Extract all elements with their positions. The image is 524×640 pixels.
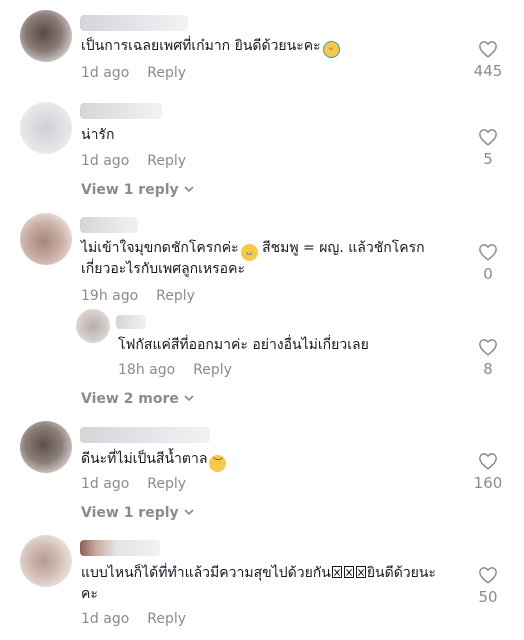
reply-button[interactable]: Reply xyxy=(147,611,186,627)
comment-meta: 19h ago Reply xyxy=(81,287,195,305)
username-blurred[interactable] xyxy=(80,103,162,119)
missing-glyph-icon xyxy=(331,565,367,581)
like-count: 5 xyxy=(483,150,493,168)
heart-icon xyxy=(479,453,497,470)
comment-text-content: ไม่เข้าใจมุขกดชักโครกค่ะ xyxy=(81,240,239,256)
view-replies-label: View 1 reply xyxy=(81,182,179,198)
heart-icon xyxy=(479,41,497,58)
view-replies-button[interactable]: View 1 reply xyxy=(81,180,194,199)
like-count: 160 xyxy=(473,474,503,492)
view-replies-label: View 2 more xyxy=(81,391,179,407)
comment-text: ดีนะที่ไม่เป็นสีน้ำตาล ︶ xyxy=(81,449,227,472)
like-count: 445 xyxy=(473,62,503,80)
comment-text-content: น่ารัก xyxy=(81,127,115,143)
username-blurred[interactable] xyxy=(80,15,188,31)
avatar[interactable] xyxy=(20,535,72,587)
reply-button[interactable]: Reply xyxy=(147,153,186,169)
like-count: 50 xyxy=(478,588,498,606)
reply-button[interactable]: Reply xyxy=(147,65,186,81)
comment-meta: 1d ago Reply xyxy=(81,152,186,170)
reply-time: 18h ago xyxy=(118,362,176,378)
heart-icon xyxy=(479,244,497,261)
comment-meta: 1d ago Reply xyxy=(81,475,186,493)
reply-button[interactable]: Reply xyxy=(156,288,195,304)
avatar[interactable] xyxy=(20,421,72,473)
disappointed-face-emoji: ︶ xyxy=(209,455,227,472)
comment-time: 1d ago xyxy=(81,476,130,492)
comment-text-line-2: คะ xyxy=(81,584,98,605)
chevron-down-icon xyxy=(184,180,194,198)
like-button[interactable]: 5 xyxy=(468,128,508,168)
comment-text-content: แบบไหนก็ได้ที่ทำแล้วมีความสุขไปด้วยกัน xyxy=(81,565,331,581)
comment-text-content: เกี่ยวอะไรกับเพศลูกเหรอคะ xyxy=(81,261,245,277)
comment-text-content: เป็นการเฉลยเพศที่เก๋มาก ยินดีด้วยนะคะ xyxy=(81,38,321,54)
comment-text-line-1: ไม่เข้าใจมุขกดชักโครกค่ะ ᴗ สีชมพู = ผญ. แ… xyxy=(81,238,425,261)
reply-button[interactable]: Reply xyxy=(193,362,232,378)
comment-text-line-1: แบบไหนก็ได้ที่ทำแล้วมีความสุขไปด้วยกัน ยิ… xyxy=(81,563,436,584)
reply-button[interactable]: Reply xyxy=(147,476,186,492)
avatar[interactable] xyxy=(20,102,72,154)
comment-time: 19h ago xyxy=(81,288,139,304)
comment-time: 1d ago xyxy=(81,611,130,627)
comment-text: น่ารัก xyxy=(81,125,114,146)
reply-text: โฟกัสแค่สีที่ออกมาค่ะ อย่างอื่นไม่เกี่ยว… xyxy=(118,335,369,356)
username-blurred[interactable] xyxy=(80,540,160,556)
like-button[interactable]: 8 xyxy=(468,338,508,378)
avatar[interactable] xyxy=(20,10,72,62)
comment-text-line-2: เกี่ยวอะไรกับเพศลูกเหรอคะ xyxy=(81,259,245,280)
view-more-replies-button[interactable]: View 2 more xyxy=(81,389,194,408)
sleeping-face-emoji: ᵕ xyxy=(322,41,340,58)
view-replies-button[interactable]: View 1 reply xyxy=(81,503,194,522)
like-count: 0 xyxy=(483,265,493,283)
comment-text-content: ดีนะที่ไม่เป็นสีน้ำตาล xyxy=(81,451,208,467)
like-count: 8 xyxy=(483,360,493,378)
like-button[interactable]: 445 xyxy=(468,40,508,80)
comment-time: 1d ago xyxy=(81,153,130,169)
reply-meta: 18h ago Reply xyxy=(118,361,232,379)
view-replies-label: View 1 reply xyxy=(81,505,179,521)
reply-text-content: โฟกัสแค่สีที่ออกมาค่ะ อย่างอื่นไม่เกี่ยว… xyxy=(118,337,369,353)
username-blurred[interactable] xyxy=(80,217,138,233)
username-blurred[interactable] xyxy=(116,315,146,329)
heart-icon xyxy=(479,567,497,584)
comment-meta: 1d ago Reply xyxy=(81,610,186,628)
like-button[interactable]: 160 xyxy=(468,452,508,492)
comment-time: 1d ago xyxy=(81,65,130,81)
like-button[interactable]: 0 xyxy=(468,243,508,283)
heart-icon xyxy=(479,129,497,146)
comment-text-content-tail: ยินดีด้วยนะ xyxy=(366,565,436,581)
comment-text-content-tail: สีชมพู = ผญ. แล้วชักโครก xyxy=(257,240,425,256)
avatar[interactable] xyxy=(76,309,110,343)
comment-text-content: คะ xyxy=(81,586,98,602)
avatar[interactable] xyxy=(20,213,72,265)
chevron-down-icon xyxy=(184,389,194,407)
comment-text: เป็นการเฉลยเพศที่เก๋มาก ยินดีด้วยนะคะ ᵕ xyxy=(81,36,340,58)
chevron-down-icon xyxy=(184,503,194,521)
comment-meta: 1d ago Reply xyxy=(81,64,186,82)
like-button[interactable]: 50 xyxy=(468,566,508,606)
heart-icon xyxy=(479,339,497,356)
username-blurred[interactable] xyxy=(80,427,210,443)
